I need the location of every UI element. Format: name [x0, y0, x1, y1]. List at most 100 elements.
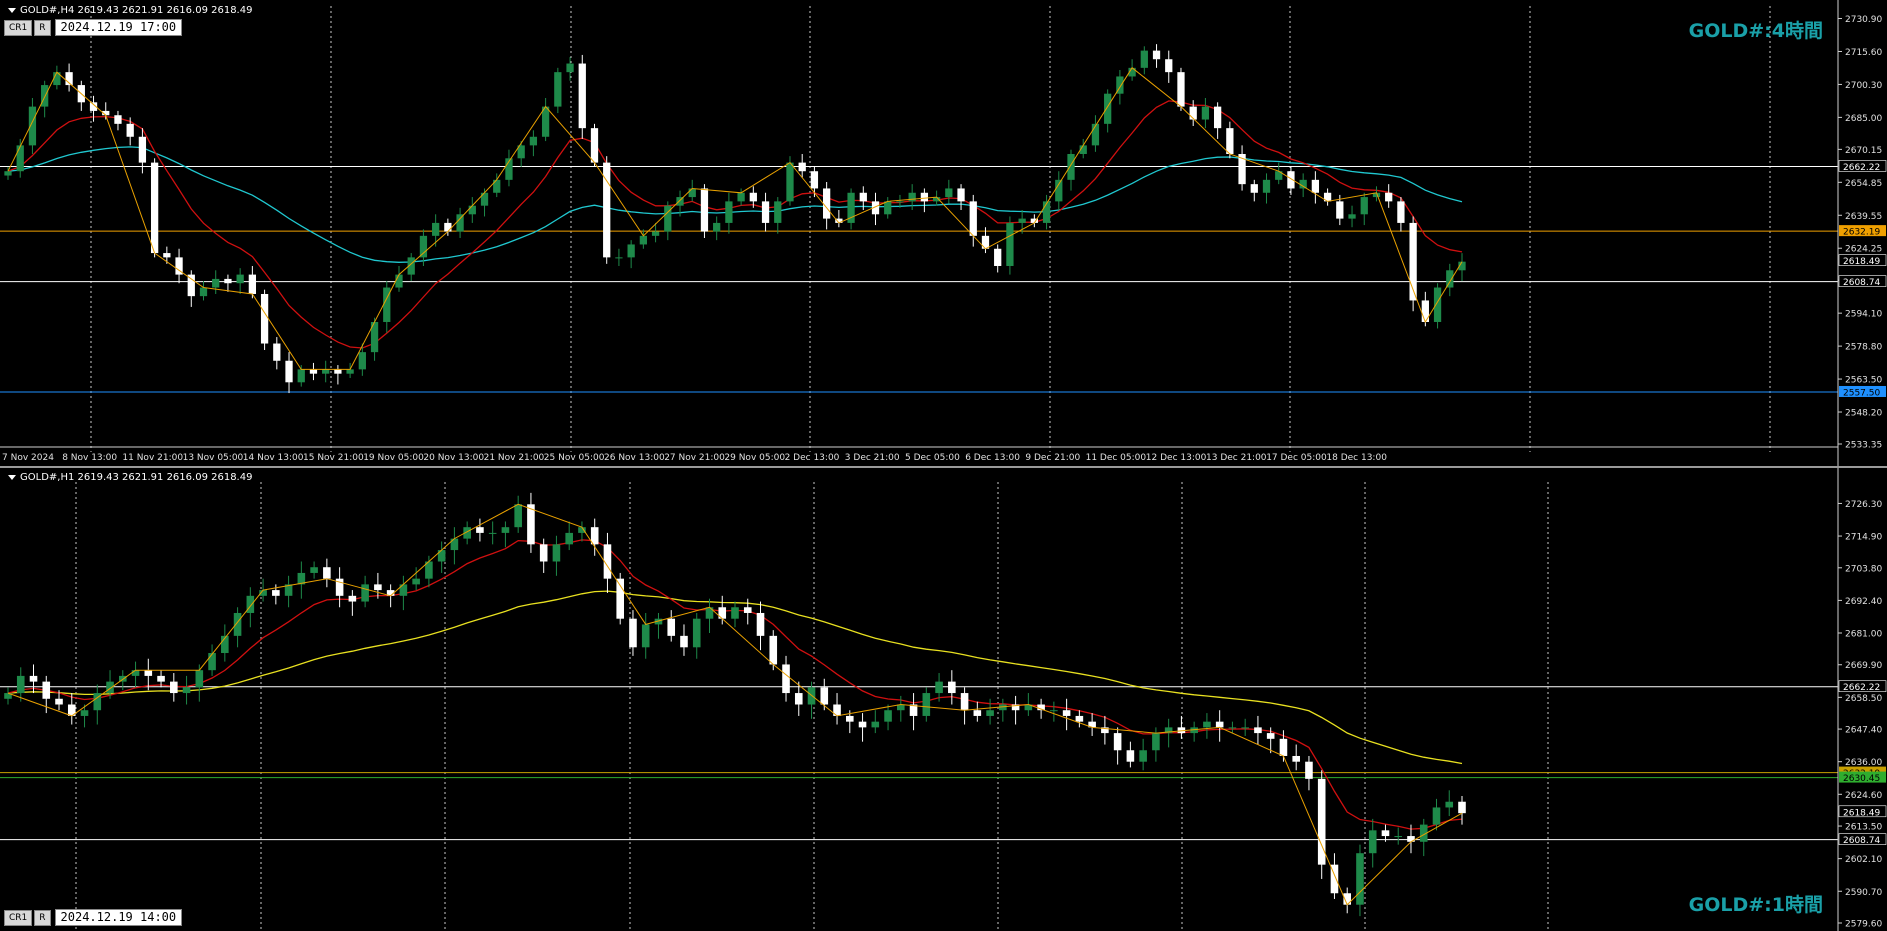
candle-body: [859, 192, 867, 202]
candle-body: [810, 171, 819, 189]
candle-body: [945, 188, 953, 198]
h4-symbol-header[interactable]: GOLD#,H4 2619.43 2621.91 2616.09 2618.49: [8, 5, 252, 16]
time-axis-label: 11 Dec 05:00: [1086, 453, 1147, 463]
level-price-label: 2632.19: [1843, 228, 1880, 238]
time-axis-label: 17 Dec 05:00: [1266, 453, 1327, 463]
price-scale-label: 2658.50: [1845, 694, 1882, 704]
cr1-button[interactable]: CR1: [4, 19, 33, 36]
candle-body: [688, 188, 696, 198]
h4-date-box[interactable]: 2024.12.19 17:00: [54, 19, 183, 36]
candle-body: [798, 162, 806, 172]
h1-chart-canvas[interactable]: 2726.30 2714.90 2703.80 2692.40 2681.00 2669.…: [0, 468, 1887, 931]
h4-chart-window[interactable]: 2730.90 2715.60 2700.30 2685.00 2670.15 2654.…: [0, 0, 1887, 466]
candle-body: [212, 278, 220, 288]
candle-body: [1421, 300, 1429, 322]
candle-body: [323, 567, 331, 579]
price-scale-label: 2670.15: [1845, 146, 1882, 156]
candle-body: [273, 343, 281, 361]
candle-body: [412, 578, 420, 585]
candle-body: [731, 607, 739, 619]
candle-body: [782, 664, 790, 694]
candle-body: [1126, 750, 1135, 762]
candle-body: [260, 293, 269, 344]
price-scale-label: 2681.00: [1845, 629, 1882, 639]
price-scale-label: 2714.90: [1845, 533, 1882, 543]
candle-body: [935, 681, 943, 694]
candle-body: [1336, 201, 1344, 219]
fast-moving-average: [7, 539, 1463, 830]
candle-body: [1360, 197, 1368, 215]
candle-body: [896, 201, 904, 203]
candle-body: [1407, 836, 1415, 842]
h1-date-box[interactable]: 2024.12.19 14:00: [54, 909, 183, 926]
price-scale-label: 2602.10: [1845, 855, 1882, 865]
candle-body: [786, 162, 794, 202]
candle-body: [468, 205, 476, 215]
candle-body: [1018, 218, 1026, 223]
candle-body: [1250, 184, 1258, 193]
candle-body: [1067, 153, 1075, 180]
candle-body: [1152, 733, 1160, 751]
candle-body: [1113, 733, 1122, 751]
h1-chart-window[interactable]: 2726.30 2714.90 2703.80 2692.40 2681.00 2669.…: [0, 468, 1887, 931]
dropdown-triangle-icon[interactable]: [8, 474, 16, 480]
price-scale-label: 2700.30: [1845, 81, 1882, 91]
candle-body: [1445, 801, 1454, 808]
price-scale-label: 2578.80: [1845, 343, 1882, 353]
candle-body: [1201, 106, 1210, 120]
candle-body: [170, 681, 178, 694]
candle-body: [539, 544, 548, 562]
candle-body: [615, 257, 623, 259]
candle-body: [309, 369, 318, 374]
candle-body: [1397, 201, 1405, 223]
candle-body: [348, 595, 357, 602]
price-scale-label: 2669.90: [1845, 661, 1882, 671]
candle-body: [629, 618, 637, 648]
candle-body: [138, 136, 147, 163]
candle-body: [514, 504, 522, 528]
candle-body: [948, 681, 956, 694]
price-scale-label: 2639.55: [1845, 212, 1882, 222]
candle-body: [182, 687, 191, 694]
candle-body: [566, 63, 574, 73]
candle-body: [981, 235, 990, 249]
candle-body: [1458, 801, 1466, 814]
candle-body: [1139, 750, 1147, 762]
price-scale-label: 2715.60: [1845, 48, 1882, 58]
current-price-label: 2618.49: [1843, 257, 1880, 267]
candle-body: [131, 670, 140, 676]
candle-body: [627, 244, 635, 258]
grid-lines: [90, 6, 1771, 452]
candle-body: [552, 544, 561, 562]
candle-body: [322, 369, 330, 374]
candle-body: [920, 192, 929, 202]
r-button[interactable]: R: [34, 909, 51, 926]
candle-body: [692, 618, 701, 648]
candle-body: [1305, 761, 1313, 779]
candle-body: [922, 693, 931, 716]
candle-body: [157, 675, 165, 682]
candle-body: [334, 369, 342, 374]
r-button[interactable]: R: [34, 19, 51, 36]
level-price-label: 2630.45: [1843, 774, 1880, 784]
candle-body: [41, 85, 49, 107]
candle-body: [1055, 179, 1063, 202]
candle-body: [705, 607, 714, 619]
cr1-button[interactable]: CR1: [4, 909, 33, 926]
candle-body: [1104, 93, 1112, 124]
candle-body: [1254, 727, 1262, 734]
candle-body: [1152, 50, 1161, 60]
candle-body: [1446, 270, 1454, 288]
h1-timeframe-label: GOLD#:1時間: [1688, 894, 1823, 916]
candle-body: [884, 710, 892, 722]
time-axis-label: 21 Nov 21:00: [484, 453, 545, 463]
candles: [4, 44, 1466, 394]
h1-symbol-header[interactable]: GOLD#,H1 2619.43 2621.91 2616.09 2618.49: [8, 472, 252, 483]
candle-body: [1394, 836, 1403, 838]
candle-body: [1165, 59, 1173, 73]
h4-chart-canvas[interactable]: 2730.90 2715.60 2700.30 2685.00 2670.15 2654.…: [0, 0, 1887, 466]
dropdown-triangle-icon[interactable]: [8, 7, 16, 13]
candle-body: [29, 675, 38, 682]
candle-body: [246, 595, 255, 613]
candle-body: [224, 278, 232, 284]
